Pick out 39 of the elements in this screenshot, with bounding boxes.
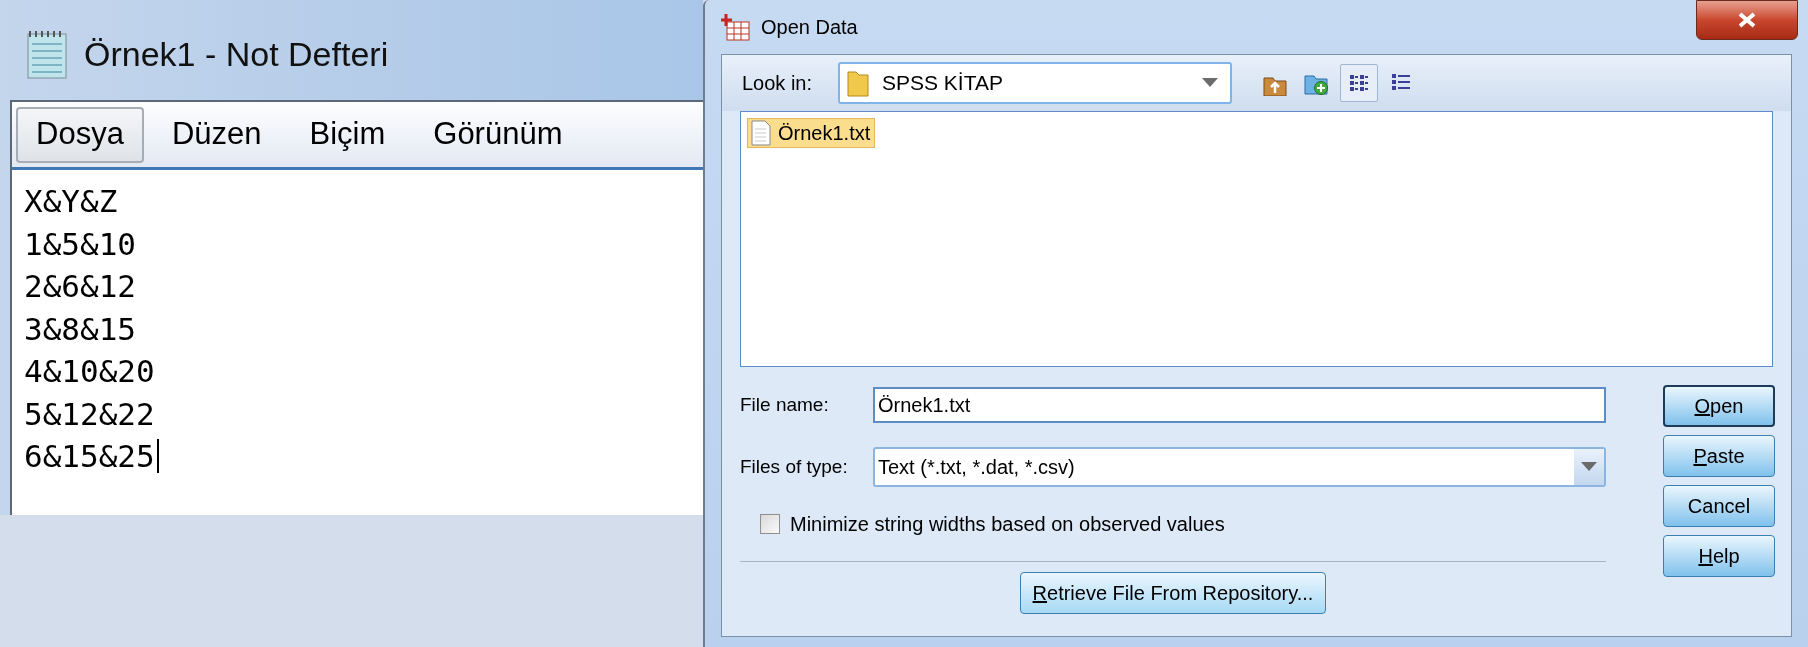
text-line: 3&8&15 — [24, 309, 136, 349]
text-editor[interactable]: X&Y&Z 1&5&10 2&6&12 3&8&15 4&10&20 5&12&22 6&15&25 — [12, 170, 703, 515]
text-line: 2&6&12 — [24, 267, 136, 306]
text-line: 6&15&25 — [24, 437, 155, 476]
text-cursor — [156, 439, 159, 474]
menu-item[interactable]: Dosya — [16, 106, 144, 163]
look-in-label: Look in: — [742, 71, 814, 96]
look-in-dropdown[interactable]: SPSS KİTAP — [838, 62, 1232, 104]
menu-item[interactable]: Düzen — [151, 106, 282, 163]
text-line: 1&5&10 — [24, 224, 136, 264]
dropdown-arrow-icon — [1581, 462, 1597, 472]
text-line: 4&10&20 — [24, 352, 155, 391]
text-line: X&Y&Z — [24, 182, 118, 221]
app-icon — [721, 12, 751, 42]
dialog-button[interactable]: Help — [1663, 535, 1775, 577]
menu-item[interactable]: Görünüm — [413, 106, 583, 163]
text-line: 5&12&22 — [24, 394, 155, 434]
dialog-button[interactable]: Open — [1663, 385, 1775, 427]
notepad-icon — [24, 28, 70, 80]
window-title: Örnek1 - Not Defteri — [84, 33, 389, 75]
checkbox-label: Minimize string widths based on observed values — [790, 512, 1225, 537]
close-icon — [1737, 12, 1757, 28]
file-type-label: Files of type: — [740, 454, 849, 479]
folder-icon — [846, 68, 870, 98]
dropdown-arrow-icon — [1202, 78, 1218, 88]
list-view-button[interactable] — [1340, 64, 1378, 102]
file-list[interactable]: Örnek1.txt — [740, 111, 1773, 367]
dialog-button[interactable]: Cancel — [1663, 485, 1775, 527]
dialog-button[interactable]: Paste — [1663, 435, 1775, 477]
checkbox[interactable] — [760, 514, 780, 534]
file-name-field[interactable]: Örnek1.txt — [873, 387, 1606, 423]
dialog-title: Open Data — [761, 15, 858, 40]
retrieve-button[interactable]: Retrieve File From Repository... — [1019, 572, 1327, 614]
close-button[interactable] — [1696, 0, 1798, 40]
document-icon — [750, 120, 772, 146]
file-item[interactable]: Örnek1.txt — [747, 118, 876, 148]
file-type-dropdown[interactable]: Text (*.txt, *.dat, *.csv) — [873, 447, 1606, 487]
menu-item[interactable]: Biçim — [289, 106, 406, 163]
file-name-label: File name: — [740, 392, 830, 417]
